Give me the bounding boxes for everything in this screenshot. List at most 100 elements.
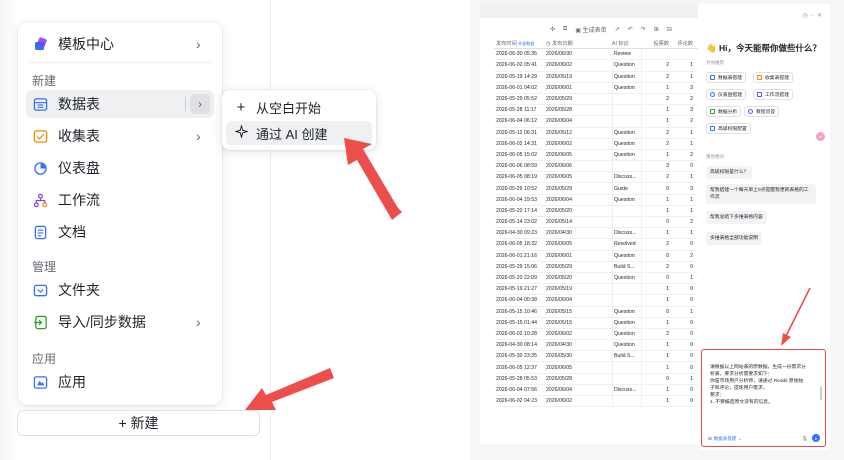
table-row[interactable]: 2026-05-20 22:09 2026/05/20 Question 0 1	[494, 272, 704, 285]
table-cell[interactable]: Build S...	[612, 351, 642, 362]
table-row[interactable]: 2026-06-30 05:35 2026/06/30 Review	[494, 49, 704, 61]
table-row[interactable]: 2026-06-04 07:56 2026/06/04 Discuss... 1 0	[494, 384, 704, 396]
table-cell[interactable]: 0	[642, 219, 672, 225]
table-row[interactable]: 2026-06-02 14:31 2026/06/02 Question 2 1	[494, 138, 704, 150]
close-icon[interactable]: ✕	[817, 13, 822, 19]
table-cell[interactable]: Guide	[612, 183, 642, 194]
table-row[interactable]: 2026-06-04 06:12 2026/06/04 1 2	[494, 116, 704, 128]
table-cell[interactable]: 2026/06/05	[546, 241, 612, 247]
table-cell[interactable]: 2026-05-28 05:53	[494, 376, 546, 382]
table-cell[interactable]: 0	[642, 376, 672, 382]
table-cell[interactable]: 2026-04-30 08:14	[494, 342, 546, 348]
table-cell[interactable]: 1	[642, 107, 672, 113]
table-cell[interactable]: 1	[642, 342, 672, 348]
table-cell[interactable]: 0	[672, 342, 696, 348]
table-cell[interactable]	[612, 284, 642, 295]
table-cell[interactable]: Question	[612, 306, 642, 317]
table-cell[interactable]: 0	[672, 331, 696, 337]
table-cell[interactable]: 2026/05/28	[546, 107, 612, 113]
table-cell[interactable]: 2026/06/02	[546, 141, 612, 147]
table-cell[interactable]: Question	[612, 194, 642, 205]
table-cell[interactable]: 1	[672, 197, 696, 203]
table-cell[interactable]: 2026/04/30	[546, 230, 612, 236]
table-cell[interactable]: 2	[642, 331, 672, 337]
table-cell[interactable]	[612, 362, 642, 373]
history-icon[interactable]: ◷	[802, 13, 807, 19]
table-cell[interactable]: 2026/06/30	[546, 51, 612, 57]
table-cell[interactable]: 2026-06-06 08:59	[494, 163, 546, 169]
table-row[interactable]: 2026-05-15 01:44 2026/05/15 Question 1 0	[494, 317, 704, 329]
table-cell[interactable]: 1	[642, 85, 672, 91]
table-cell[interactable]: Question	[612, 317, 642, 328]
table-cell[interactable]: Resolved	[612, 239, 642, 250]
table-cell[interactable]: 0	[642, 253, 672, 259]
table-cell[interactable]: 1	[672, 174, 696, 180]
table-cell[interactable]: 2026-05-20 22:09	[494, 275, 546, 281]
table-cell[interactable]: 2026/05/28	[546, 376, 612, 382]
menu-item-table[interactable]: 数据表 ›	[26, 90, 214, 118]
column-header[interactable]: 投票数	[642, 40, 672, 47]
table-cell[interactable]: 2	[642, 62, 672, 68]
microphone-icon[interactable]: 🎙	[802, 436, 808, 442]
table-cell[interactable]: 2026/06/04	[546, 297, 612, 303]
table-cell[interactable]: 2026/05/15	[546, 309, 612, 315]
menu-item-template-center[interactable]: 模板中心 ›	[26, 30, 214, 58]
table-cell[interactable]: 2026/06/02	[546, 331, 612, 337]
table-row[interactable]: 2026-06-02 10:28 2026/06/02 Question 2 0	[494, 328, 704, 341]
table-cell[interactable]	[612, 396, 642, 407]
table-cell[interactable]: 2026-05-29 15:06	[494, 264, 546, 270]
table-cell[interactable]	[612, 93, 642, 105]
table-cell[interactable]: 2026-06-02 05:41	[494, 62, 546, 68]
table-row[interactable]: 2026-06-06 08:59 2026/06/06 3 0	[494, 161, 704, 173]
column-header[interactable]: ◷ 发布日期	[546, 40, 612, 47]
table-cell[interactable]: 3	[672, 107, 696, 113]
table-row[interactable]: 2026-06-05 08:19 2026/06/05 Discuss... 2 1	[494, 172, 704, 184]
suggested-question[interactable]: 帮我搭建一个每天早上9点提醒我更新表格的工作流	[706, 184, 816, 204]
table-cell[interactable]: 2026/05/12	[546, 130, 612, 136]
table-cell[interactable]: 3	[672, 85, 696, 91]
table-cell[interactable]: 1	[642, 118, 672, 124]
table-row[interactable]: 2026-06-04 00:38 2026/06/04 1 0	[494, 295, 704, 307]
table-cell[interactable]: 2	[642, 241, 672, 247]
table-cell[interactable]: 0	[672, 398, 696, 404]
table-cell[interactable]: 3	[672, 186, 696, 192]
table-cell[interactable]: 0	[672, 297, 696, 303]
table-row[interactable]: 2026-05-15 10:46 2026/05/15 Question 0 1	[494, 306, 704, 318]
table-cell[interactable]: 1	[642, 208, 672, 214]
table-cell[interactable]: 1	[672, 130, 696, 136]
table-cell[interactable]	[612, 295, 642, 306]
table-cell[interactable]: 0	[672, 353, 696, 359]
more-icon[interactable]: ⋯	[809, 13, 815, 19]
table-cell[interactable]: 2026/06/02	[546, 398, 612, 404]
table-cell[interactable]: 2	[642, 174, 672, 180]
table-cell[interactable]: Question	[612, 138, 642, 149]
skill-chip[interactable]: 数据表搭建	[706, 72, 746, 83]
table-row[interactable]: 2026-06-01 21:16 2026/06/01 Question 0 2	[494, 250, 704, 262]
table-cell[interactable]: 2026/06/04	[546, 118, 612, 124]
table-cell[interactable]: 2026/05/14	[546, 219, 612, 225]
table-cell[interactable]: 2026-06-01 21:16	[494, 253, 546, 259]
table-cell[interactable]: Review	[612, 49, 642, 60]
skill-selector[interactable]: ⊞ 数据表搭建 ⌄	[708, 436, 742, 442]
table-cell[interactable]: 2026/05/19	[546, 286, 612, 292]
suggested-question[interactable]: 帮我总结下多维表格内容	[706, 211, 767, 224]
menu-item-doc[interactable]: 文档	[26, 218, 214, 246]
table-cell[interactable]: 2026-06-05 15:02	[494, 152, 546, 158]
table-cell[interactable]: 2026/06/02	[546, 62, 612, 68]
table-cell[interactable]: 2026/06/04	[546, 387, 612, 393]
undo-icon[interactable]: ↶	[628, 26, 633, 33]
table-cell[interactable]: Question	[612, 328, 642, 340]
table-cell[interactable]: 2026/06/05	[546, 365, 612, 371]
table-row[interactable]: 2026-04-30 09:23 2026/04/30 Discuss... 1 1	[494, 228, 704, 240]
table-row[interactable]: 2026-06-02 04:23 2026/06/02 1 0	[494, 396, 704, 408]
chevron-right-icon[interactable]: ›	[190, 94, 210, 114]
table-row[interactable]: 2026-05-12 06:31 2026/05/12 Question 2 1	[494, 127, 704, 139]
table-cell[interactable]: 2	[672, 152, 696, 158]
table-cell[interactable]: Question	[612, 149, 642, 161]
table-cell[interactable]	[612, 217, 642, 228]
table-cell[interactable]: 0	[672, 163, 696, 169]
table-cell[interactable]: 2026-06-02 14:31	[494, 141, 546, 147]
table-cell[interactable]: 2	[642, 141, 672, 147]
table-cell[interactable]: 0	[672, 241, 696, 247]
table-cell[interactable]: 2	[672, 219, 696, 225]
